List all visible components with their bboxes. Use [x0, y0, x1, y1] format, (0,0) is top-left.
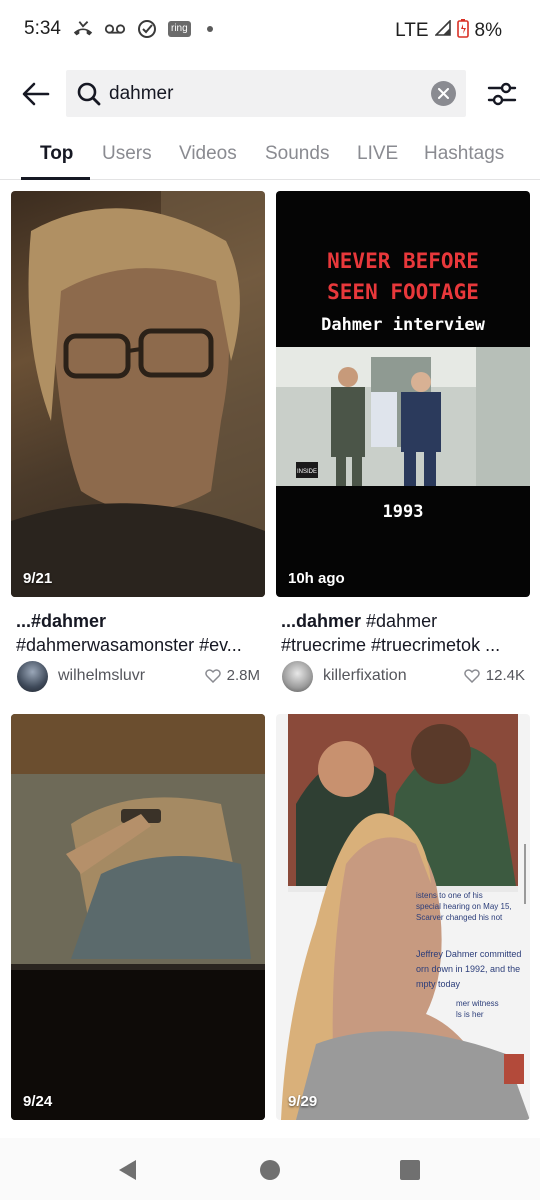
video-card[interactable]: 9/24 — [11, 714, 265, 1122]
video-meta: killerfixation 12.4K — [281, 661, 529, 693]
arrow-left-icon — [22, 82, 50, 106]
overlay-line: mer witness — [456, 999, 499, 1008]
overlay-line: Jeffrey Dahmer committed — [416, 949, 522, 959]
tab-hashtags[interactable]: Hashtags — [424, 143, 504, 165]
inside-edition-logo: INSIDE — [297, 469, 317, 475]
back-button[interactable] — [18, 76, 54, 112]
avatar[interactable] — [282, 661, 313, 692]
tab-users[interactable]: Users — [102, 143, 152, 165]
thumbnail-image — [11, 191, 265, 597]
caption-highlight: ...dahmer — [281, 611, 362, 631]
network-type: LTE — [395, 20, 429, 41]
caption-text: #dahmer — [361, 611, 438, 631]
search-box[interactable] — [66, 70, 466, 117]
square-recents-icon — [400, 1160, 420, 1180]
system-status: LTE 8% — [395, 18, 502, 44]
tab-live[interactable]: LIVE — [357, 143, 398, 165]
video-thumbnail[interactable]: NEVER BEFORE SEEN FOOTAGE Dahmer intervi… — [276, 191, 530, 597]
battery-percent: 8% — [474, 20, 502, 41]
video-card[interactable]: istens to one of his special hearing on … — [276, 714, 530, 1122]
search-header — [0, 70, 540, 118]
triangle-back-icon — [119, 1160, 136, 1180]
overlay-line: mpty today — [416, 979, 461, 989]
missed-call-icon — [72, 18, 94, 40]
signal-icon — [433, 19, 451, 42]
video-meta: wilhelmsluvr 2.8M — [16, 661, 264, 693]
system-nav-bar — [0, 1138, 540, 1200]
sliders-icon — [487, 82, 517, 106]
overlay-line: ls is her — [456, 1010, 484, 1019]
nav-back-button[interactable] — [112, 1155, 142, 1185]
heart-icon — [204, 668, 221, 683]
post-date: 9/24 — [23, 1093, 53, 1110]
filter-button[interactable] — [486, 78, 518, 110]
check-circle-icon — [136, 18, 158, 40]
status-time: 5:34 — [24, 18, 61, 39]
caption-hashtags: #truecrime #truecrimetok ... — [281, 635, 501, 655]
video-thumbnail[interactable]: istens to one of his special hearing on … — [276, 714, 530, 1120]
nav-recents-button[interactable] — [395, 1155, 425, 1185]
search-input[interactable] — [109, 83, 409, 105]
overlay-line: special hearing on May 15, — [416, 902, 512, 911]
like-count: 2.8M — [204, 667, 260, 684]
overlay-line: istens to one of his — [416, 891, 483, 900]
post-date: 10h ago — [288, 570, 345, 587]
caption-hashtags: #dahmerwasamonster #ev... — [16, 635, 242, 655]
active-tab-indicator — [21, 177, 90, 180]
video-caption[interactable]: ...dahmer #dahmer #truecrime #truecrimet… — [281, 609, 529, 657]
poster-headline-1: NEVER BEFORE — [327, 249, 479, 273]
video-thumbnail[interactable]: 9/24 — [11, 714, 265, 1120]
like-count-value: 2.8M — [226, 667, 260, 684]
video-card[interactable]: NEVER BEFORE SEEN FOOTAGE Dahmer intervi… — [276, 191, 530, 701]
status-bar: 5:34 ring LTE 8% — [0, 0, 540, 60]
nav-home-button[interactable] — [255, 1155, 285, 1185]
avatar[interactable] — [17, 661, 48, 692]
overlay-line: Scarver changed his not — [416, 913, 503, 922]
circle-home-icon — [260, 1160, 280, 1180]
caption-highlight: ...#dahmer — [16, 611, 107, 631]
heart-icon — [464, 668, 480, 683]
footage-still: INSIDE — [276, 347, 530, 486]
close-icon — [438, 88, 449, 99]
post-date: 9/21 — [23, 570, 53, 587]
video-thumbnail[interactable]: 9/21 — [11, 191, 265, 597]
video-caption[interactable]: ...#dahmer #dahmerwasamonster #ev... — [16, 609, 264, 657]
overlay-line: orn down in 1992, and the — [416, 964, 521, 974]
poster-subtitle: Dahmer interview — [321, 315, 485, 335]
battery-low-icon — [456, 18, 469, 44]
poster-year: 1993 — [382, 502, 424, 522]
tab-videos[interactable]: Videos — [179, 143, 237, 165]
post-date: 9/29 — [288, 1093, 318, 1110]
screenshot-text-overlay: istens to one of his special hearing on … — [416, 890, 526, 1020]
like-count: 12.4K — [464, 667, 525, 684]
tab-top[interactable]: Top — [40, 143, 73, 165]
tab-sounds[interactable]: Sounds — [265, 143, 329, 165]
clear-search-button[interactable] — [431, 81, 456, 106]
like-count-value: 12.4K — [485, 667, 525, 684]
username[interactable]: killerfixation — [323, 667, 407, 685]
more-notifications-dot — [206, 26, 213, 32]
thumbnail-image — [11, 714, 265, 1120]
voicemail-icon — [104, 18, 126, 40]
search-icon — [76, 81, 102, 112]
notification-icons: ring — [72, 18, 213, 40]
search-tabs: Top Users Videos Sounds LIVE Hashtags — [0, 128, 540, 180]
username[interactable]: wilhelmsluvr — [58, 667, 145, 685]
video-card[interactable]: 9/21 ...#dahmer #dahmerwasamonster #ev..… — [11, 191, 265, 701]
ring-app-icon: ring — [168, 21, 191, 37]
poster-headline-2: SEEN FOOTAGE — [327, 280, 479, 304]
